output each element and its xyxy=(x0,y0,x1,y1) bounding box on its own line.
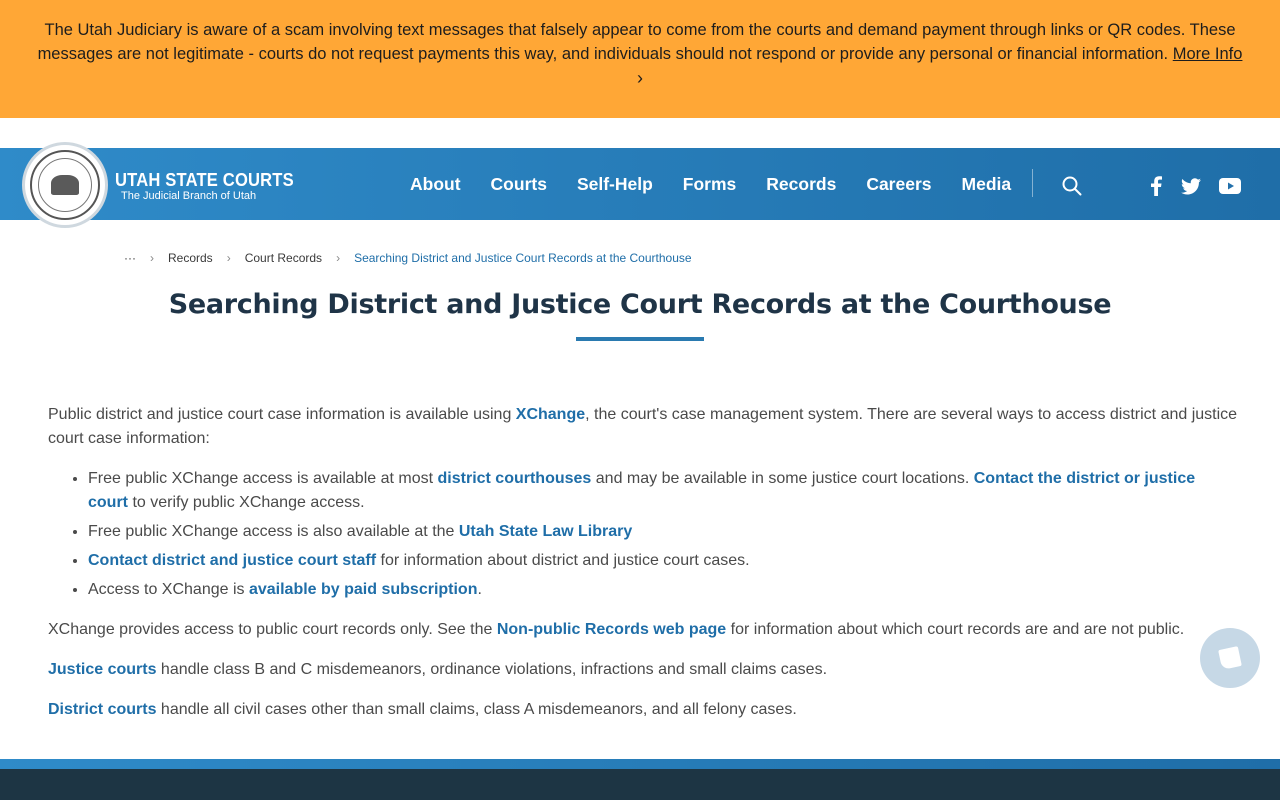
bullet1-text-pre: Free public XChange access is available … xyxy=(88,470,438,487)
alert-more-info-link[interactable]: More Info xyxy=(1173,45,1243,63)
alert-text: The Utah Judiciary is aware of a scam in… xyxy=(37,21,1236,63)
bullet2-text-pre: Free public XChange access is also avail… xyxy=(88,523,459,540)
twitter-icon[interactable] xyxy=(1180,175,1202,197)
scam-alert-banner: The Utah Judiciary is aware of a scam in… xyxy=(0,0,1280,118)
main-content: Public district and justice court case i… xyxy=(48,403,1238,738)
nav-forms[interactable]: Forms xyxy=(683,174,736,195)
list-item: Contact district and justice court staff… xyxy=(88,549,1238,573)
breadcrumb-court-records[interactable]: Court Records xyxy=(245,251,322,265)
bullet4-text-post: . xyxy=(477,581,482,598)
nonpublic-paragraph: XChange provides access to public court … xyxy=(48,618,1238,642)
district-courts-paragraph: District courts handle all civil cases o… xyxy=(48,698,1238,722)
bullet1-text-mid: and may be available in some justice cou… xyxy=(591,470,974,487)
breadcrumb-ellipsis[interactable]: ··· xyxy=(124,251,136,265)
facebook-icon[interactable] xyxy=(1145,175,1167,197)
non-public-records-link[interactable]: Non-public Records web page xyxy=(497,621,726,638)
site-header: UTAH STATE COURTS The Judicial Branch of… xyxy=(0,142,1280,228)
list-item: Free public XChange access is also avail… xyxy=(88,520,1238,544)
nav-careers[interactable]: Careers xyxy=(866,174,931,195)
nav-self-help[interactable]: Self-Help xyxy=(577,174,653,195)
nav-divider xyxy=(1032,169,1033,197)
bullet3-text-post: for information about district and justi… xyxy=(376,552,750,569)
district-text: handle all civil cases other than small … xyxy=(156,701,797,718)
nonpublic-text-post: for information about which court record… xyxy=(726,621,1185,638)
footer-accent-bar xyxy=(0,759,1280,769)
list-item: Access to XChange is available by paid s… xyxy=(88,578,1238,602)
alert-message: The Utah Judiciary is aware of a scam in… xyxy=(36,18,1244,90)
utah-seal-logo[interactable] xyxy=(22,142,108,228)
nav-about[interactable]: About xyxy=(410,174,461,195)
breadcrumb: ··· › Records › Court Records › Searchin… xyxy=(124,251,692,265)
seal-emblem xyxy=(30,150,100,220)
contact-court-staff-link[interactable]: Contact district and justice court staff xyxy=(88,552,376,569)
site-subtitle: The Judicial Branch of Utah xyxy=(121,190,257,202)
paid-subscription-link[interactable]: available by paid subscription xyxy=(249,581,478,598)
title-underline xyxy=(576,337,704,341)
access-list: Free public XChange access is available … xyxy=(88,467,1238,602)
breadcrumb-records[interactable]: Records xyxy=(168,251,213,265)
district-courthouses-link[interactable]: district courthouses xyxy=(438,470,592,487)
nav-media[interactable]: Media xyxy=(962,174,1012,195)
page-title: Searching District and Justice Court Rec… xyxy=(168,289,1112,320)
youtube-icon[interactable] xyxy=(1219,175,1241,197)
chevron-right-icon[interactable]: › xyxy=(36,66,1244,90)
breadcrumb-current: Searching District and Justice Court Rec… xyxy=(354,251,692,265)
justice-text: handle class B and C misdemeanors, ordin… xyxy=(156,661,828,678)
justice-courts-paragraph: Justice courts handle class B and C misd… xyxy=(48,658,1238,682)
chat-icon xyxy=(1218,646,1242,670)
list-item: Free public XChange access is available … xyxy=(88,467,1238,515)
nonpublic-text-pre: XChange provides access to public court … xyxy=(48,621,497,638)
main-nav: About Courts Self-Help Forms Records Car… xyxy=(395,148,1026,220)
seal-ring xyxy=(38,158,92,212)
chat-button[interactable] xyxy=(1200,628,1260,688)
breadcrumb-separator-icon: › xyxy=(150,251,154,265)
utah-state-law-library-link[interactable]: Utah State Law Library xyxy=(459,523,632,540)
site-title[interactable]: UTAH STATE COURTS xyxy=(115,170,294,191)
site-footer xyxy=(0,769,1280,800)
intro-paragraph: Public district and justice court case i… xyxy=(48,403,1238,451)
district-courts-link[interactable]: District courts xyxy=(48,701,156,718)
nav-courts[interactable]: Courts xyxy=(491,174,547,195)
breadcrumb-separator-icon: › xyxy=(336,251,341,265)
breadcrumb-separator-icon: › xyxy=(226,251,231,265)
justice-courts-link[interactable]: Justice courts xyxy=(48,661,156,678)
nav-records[interactable]: Records xyxy=(766,174,836,195)
xchange-link[interactable]: XChange xyxy=(516,406,585,423)
intro-text-pre: Public district and justice court case i… xyxy=(48,406,516,423)
bullet1-text-post: to verify public XChange access. xyxy=(128,494,365,511)
search-icon[interactable] xyxy=(1061,175,1083,197)
bullet4-text-pre: Access to XChange is xyxy=(88,581,249,598)
